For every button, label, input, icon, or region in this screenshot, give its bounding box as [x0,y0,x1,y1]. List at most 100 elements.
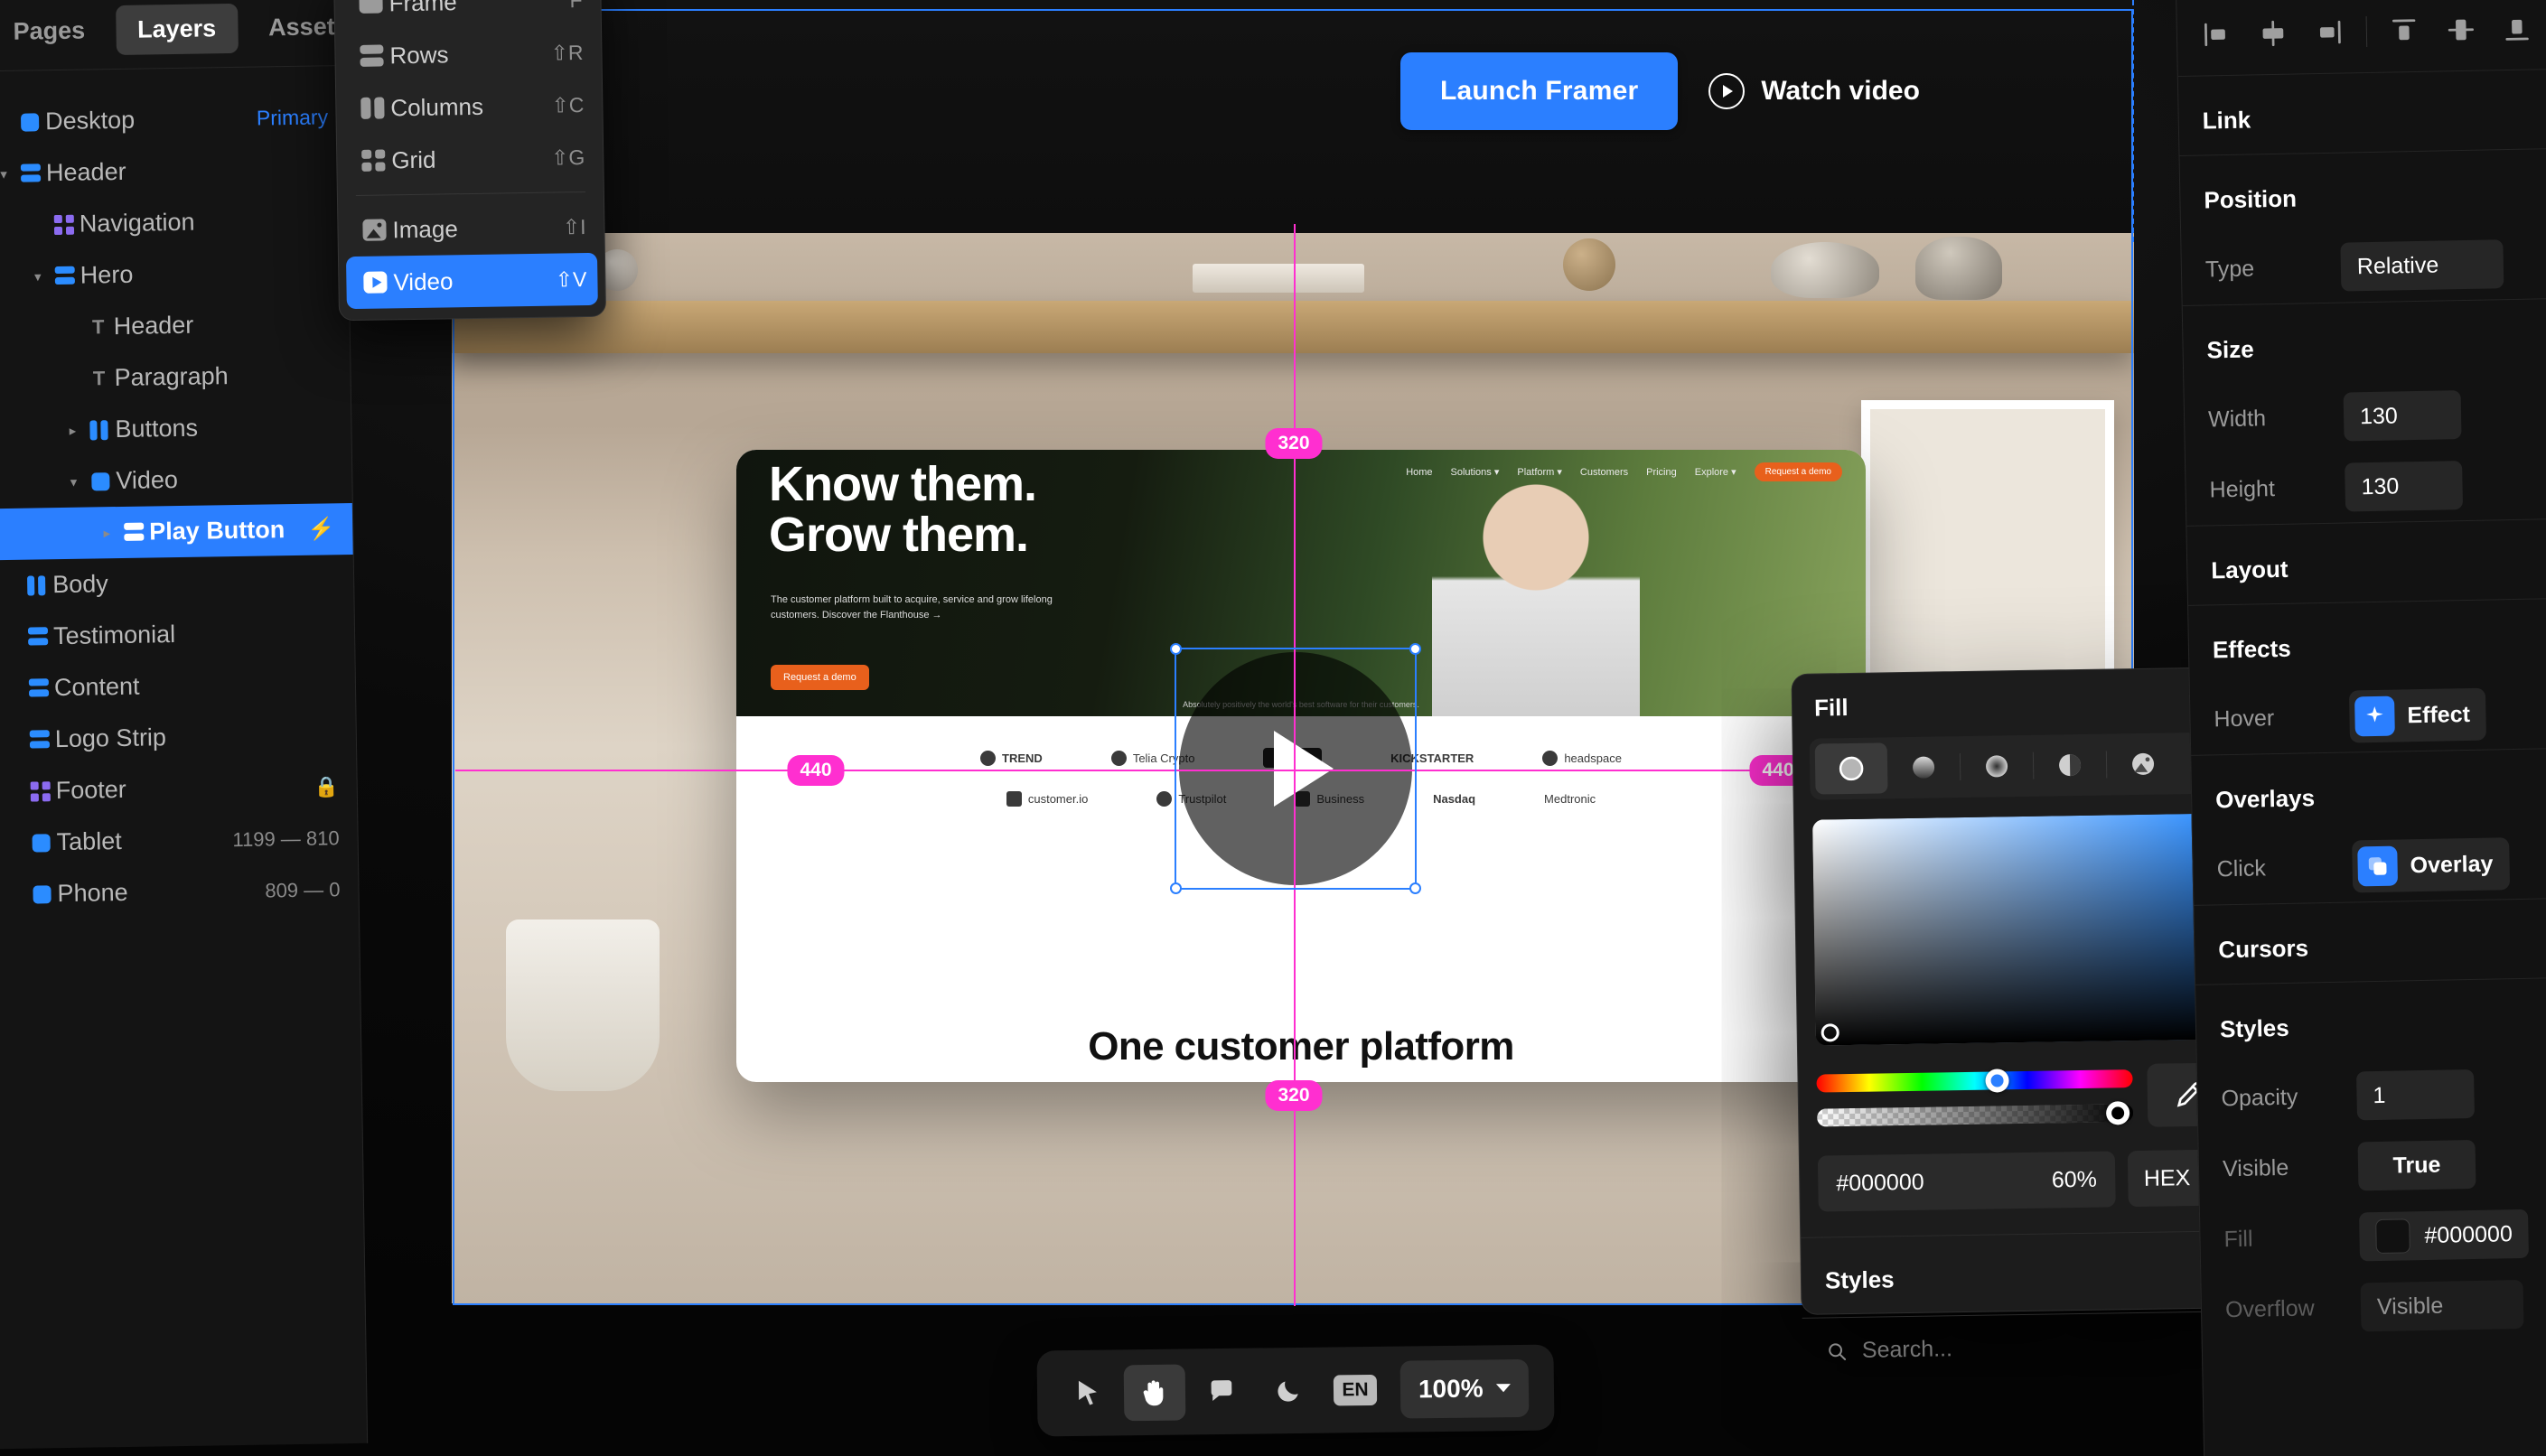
insert-menu-item-shortcut: ⇧G [550,145,585,170]
rows-icon [353,44,389,67]
layer-row-tablet[interactable]: Tablet 1199 — 810 [0,812,358,869]
layers-panel: Pages Layers Assets Desktop Primary ▾ Heade… [0,0,369,1450]
conic-gradient-fill-icon[interactable] [2034,740,2107,791]
layer-row-play-button[interactable]: ▸ Play Button ⚡ [0,502,353,561]
frame-icon [352,0,388,14]
click-overlay-chip[interactable]: Overlay [2352,837,2510,893]
resize-handle-top-left[interactable] [1170,643,1182,655]
resize-handle-top-right[interactable] [1409,643,1421,655]
align-vertical-center-icon[interactable] [2434,4,2487,55]
overlays-click-row: Click Overlay [2193,827,2546,905]
tab-pages[interactable]: Pages [0,5,108,57]
layer-row-buttons[interactable]: ▸ Buttons [0,400,351,457]
layer-row-footer[interactable]: Footer 🔒 [0,761,357,817]
measure-badge-top: 320 [1265,428,1323,459]
insert-menu-item-rows[interactable]: Rows ⇧R [342,26,594,82]
tab-layers[interactable]: Layers [115,3,239,55]
layer-row-meta: 🔒 [314,774,339,798]
layer-row-phone[interactable]: Phone 809 — 0 [0,863,359,920]
zoom-selector[interactable]: 100% [1399,1358,1529,1419]
align-bottom-icon[interactable] [2490,3,2543,54]
insert-menu-item-grid[interactable]: Grid ⇧G [344,131,596,187]
align-right-icon[interactable] [2302,6,2355,58]
fill-swatch[interactable] [2375,1218,2410,1255]
divider [355,191,585,196]
comment-tool[interactable] [1191,1363,1253,1420]
size-width-row: Width 130 [2184,378,2546,455]
disclosure-triangle[interactable]: ▸ [95,525,118,541]
columns-icon [84,419,115,441]
search-input[interactable] [1861,1331,2230,1364]
layer-row-header[interactable]: ▾ Header [0,143,347,200]
layer-row-video[interactable]: ▾ Video [0,452,352,509]
fill-input[interactable]: #000000 [2358,1209,2530,1262]
disclosure-triangle[interactable]: ▾ [26,268,50,285]
position-type-label: Type [2204,255,2255,282]
layer-row-meta: 809 — 0 [265,877,341,902]
visible-toggle[interactable]: True [2357,1139,2476,1191]
insert-menu: Frame F Rows ⇧R Columns ⇧C Grid ⇧G Image ⇧I Video ⇧… [332,0,607,322]
insert-menu-item-shortcut: ⇧I [562,214,586,238]
insert-menu-item-label: Grid [391,145,436,173]
hue-slider-knob[interactable] [1984,1069,2009,1093]
layer-row-label: Phone [57,878,128,908]
layer-row-logo-strip[interactable]: Logo Strip [0,709,356,766]
layer-row-desktop[interactable]: Desktop Primary [0,91,347,148]
search-icon [1829,1342,1847,1360]
fill-styles-search[interactable] [1802,1311,2253,1385]
insert-menu-item-label: Rows [389,40,449,69]
width-input[interactable]: 130 [2343,390,2462,442]
framer-editor-window: Launch Framer Watch video Home Solutions… [0,0,2546,1456]
layer-row-hero[interactable]: ▾ Hero [0,246,349,303]
insert-menu-item-image[interactable]: Image ⇧I [345,201,597,257]
layer-row-label: Hero [80,260,134,289]
text-icon: T [91,314,105,338]
theme-tool[interactable] [1258,1362,1320,1419]
align-horizontal-center-icon[interactable] [2246,7,2299,59]
layer-row-content[interactable]: Content [0,658,355,714]
layer-row-header[interactable]: T Header [0,297,350,354]
layer-row-navigation[interactable]: Navigation [0,194,348,251]
resize-handle-bottom-right[interactable] [1409,882,1421,894]
hand-tool[interactable] [1123,1363,1186,1421]
selection-bounds[interactable] [1170,643,1421,894]
insert-menu-item-video[interactable]: Video ⇧V [345,252,598,310]
height-input[interactable]: 130 [2345,461,2464,512]
position-type-value[interactable]: Relative [2340,239,2504,292]
linear-gradient-fill-icon[interactable] [1887,742,1961,793]
frame-icon [26,833,57,853]
align-top-icon[interactable] [2377,5,2430,57]
radial-gradient-fill-icon[interactable] [1961,741,2034,792]
hover-effect-chip[interactable]: Effect [2348,687,2487,743]
text-icon: T [92,366,106,389]
overflow-select[interactable]: Visible [2360,1279,2524,1332]
insert-menu-item-columns[interactable]: Columns ⇧C [343,79,595,135]
alpha-slider-knob[interactable] [2105,1101,2129,1125]
rows-icon [50,266,80,286]
saturation-value-area[interactable] [1811,813,2230,1046]
alpha-slider[interactable] [1817,1101,2134,1127]
disclosure-triangle[interactable]: ▸ [61,422,84,438]
hue-slider[interactable] [1816,1069,2133,1093]
fill-popover-title: Fill [1813,693,1849,722]
disclosure-triangle[interactable]: ▾ [0,165,15,182]
layer-row-label: Testimonial [52,621,176,650]
solid-fill-icon[interactable] [1814,742,1888,795]
align-left-icon[interactable] [2189,9,2242,61]
layer-row-testimonial[interactable]: Testimonial [0,606,354,663]
resize-handle-bottom-left[interactable] [1170,882,1182,894]
section-title-cursors: Cursors [2218,934,2309,964]
layer-row-paragraph[interactable]: T Paragraph [0,349,351,406]
layer-row-body[interactable]: Body [0,555,354,611]
saturation-cursor[interactable] [1821,1023,1839,1042]
disclosure-triangle[interactable]: ▾ [61,473,85,490]
hex-input[interactable]: #000000 60% [1817,1151,2116,1212]
opacity-input[interactable]: 1 [2356,1069,2476,1121]
grid-icon [25,780,56,802]
image-fill-icon[interactable] [2107,738,2180,789]
insert-menu-item-frame[interactable]: Frame F [342,0,594,30]
cursor-tool[interactable] [1057,1365,1119,1422]
sparkle-icon [2354,695,2395,737]
measure-badge-bottom: 320 [1265,1080,1323,1111]
language-selector[interactable]: EN [1324,1361,1387,1418]
